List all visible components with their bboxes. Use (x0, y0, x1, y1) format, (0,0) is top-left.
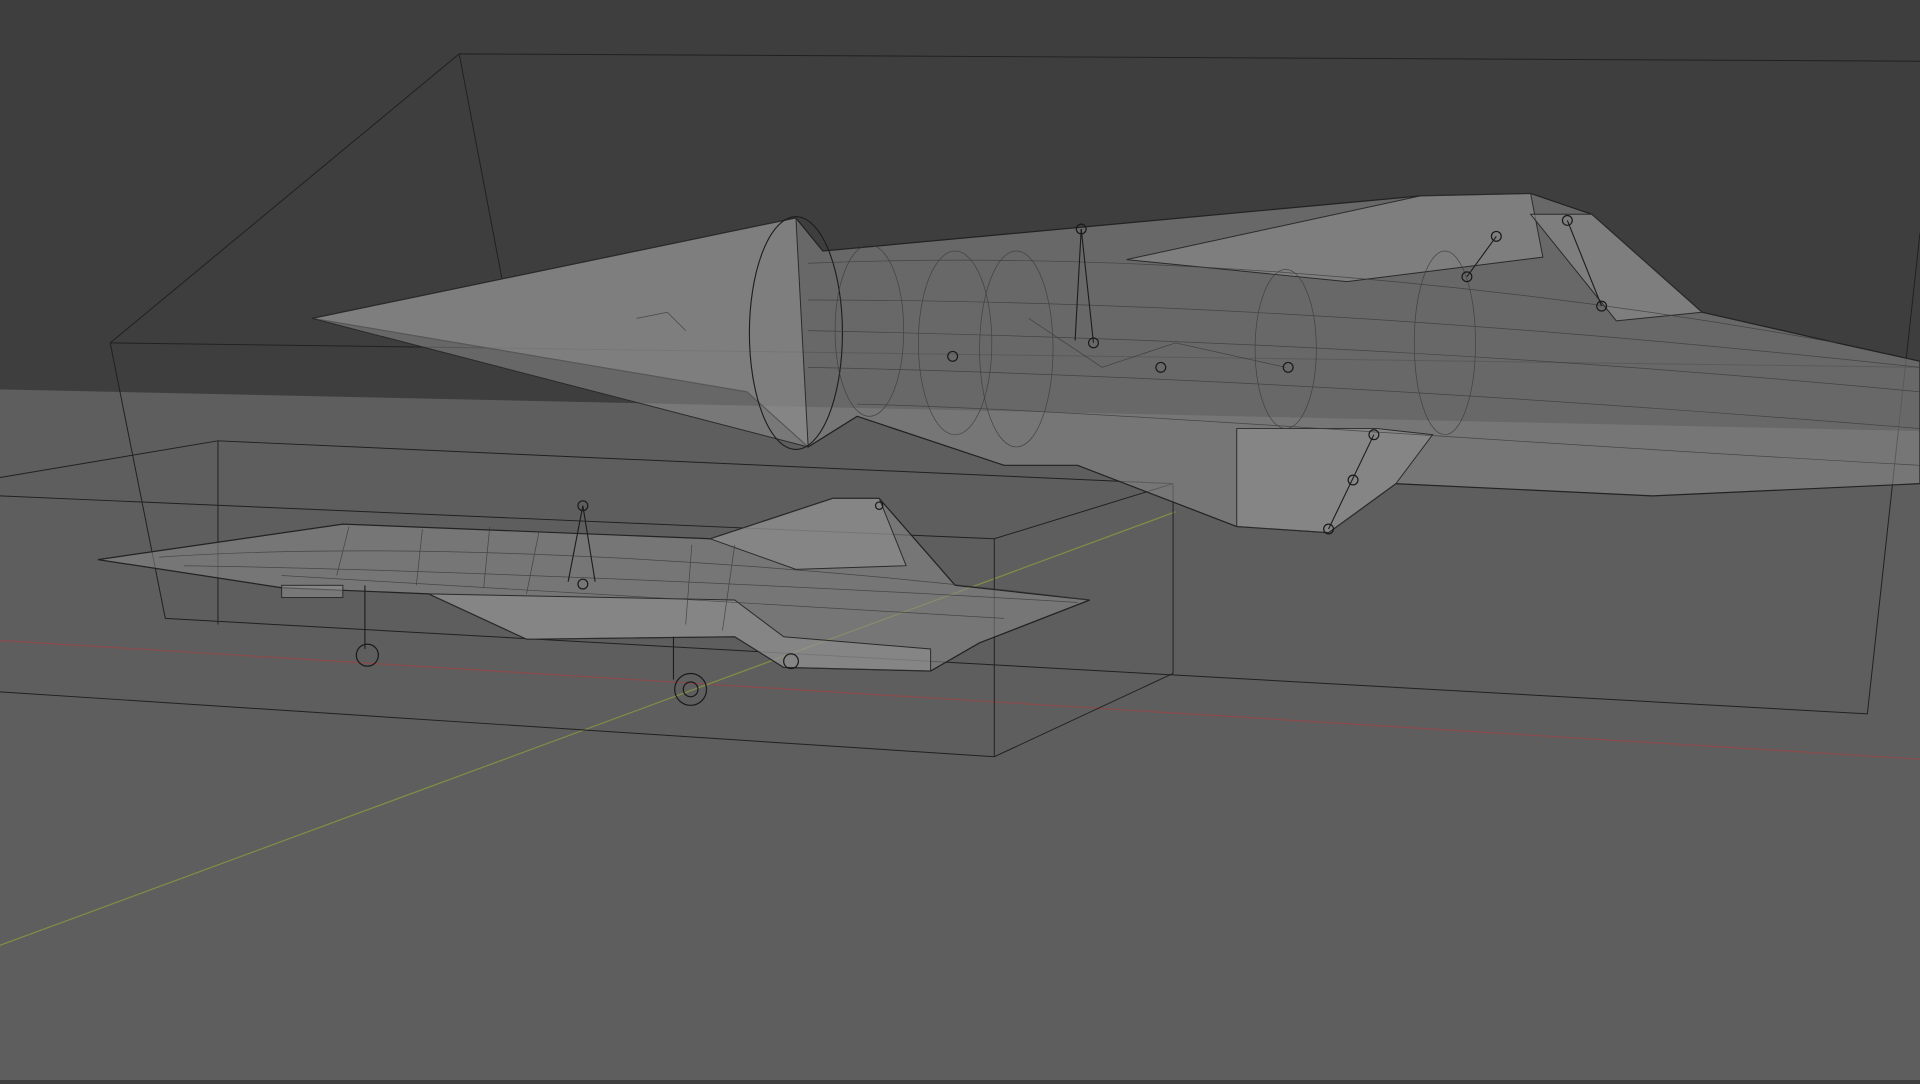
3d-viewport[interactable] (0, 0, 1920, 1080)
viewport-canvas[interactable] (0, 0, 1920, 1080)
small-pod (281, 584, 344, 599)
